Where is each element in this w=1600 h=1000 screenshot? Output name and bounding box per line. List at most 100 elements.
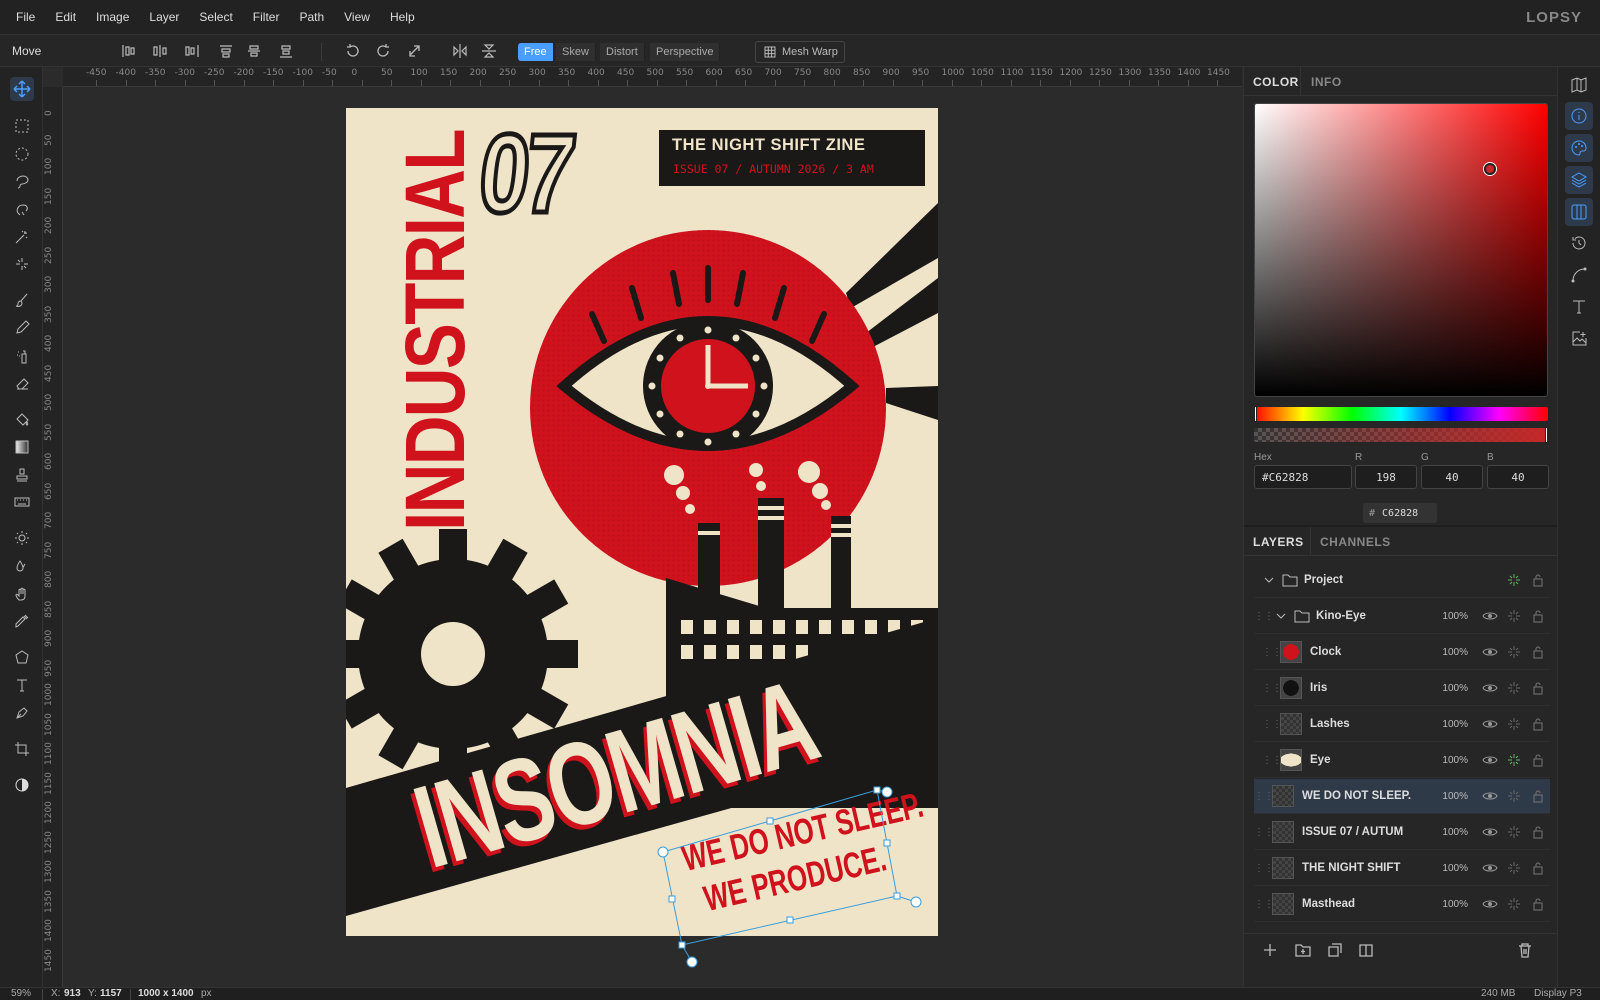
ellipse-select-tool[interactable] — [10, 142, 34, 166]
layer-opacity[interactable]: 100% — [1428, 755, 1468, 766]
fill-tool[interactable] — [10, 407, 34, 431]
mask-toggle[interactable] — [10, 773, 34, 797]
mesh-warp-button[interactable]: Mesh Warp — [755, 41, 845, 63]
layer-row[interactable]: ⋮⋮ Lashes 100% — [1254, 707, 1550, 742]
layers-panel-toggle[interactable] — [1565, 166, 1593, 194]
tab-layers[interactable]: LAYERS — [1253, 535, 1304, 549]
color-panel-toggle[interactable] — [1565, 134, 1593, 162]
gradient-tool[interactable] — [10, 435, 34, 459]
chevron-down-icon[interactable] — [1262, 573, 1276, 587]
align-icons[interactable] — [120, 43, 300, 59]
alpha-slider[interactable] — [1254, 427, 1548, 443]
zoom-level[interactable]: 59% — [11, 988, 31, 999]
info-panel-toggle[interactable] — [1565, 102, 1593, 130]
lock-toggle[interactable] — [1526, 822, 1550, 842]
layer-row[interactable]: ⋮⋮ Masthead 100% — [1254, 887, 1550, 922]
layer-actions[interactable] — [1264, 941, 1544, 959]
menu-edit[interactable]: Edit — [45, 10, 86, 24]
drag-handle-icon[interactable]: ⋮⋮ — [1254, 791, 1274, 802]
menu-filter[interactable]: Filter — [243, 10, 290, 24]
hand-tool[interactable] — [10, 582, 34, 606]
layer-row[interactable]: ⋮⋮ THE NIGHT SHIFT 100% — [1254, 851, 1550, 886]
marquee-tool[interactable] — [10, 114, 34, 138]
type-icon[interactable] — [1570, 298, 1588, 316]
lock-toggle[interactable] — [1526, 858, 1550, 878]
drag-handle-icon[interactable]: ⋮⋮ — [1262, 647, 1282, 658]
hex-input[interactable]: #C62828 — [1254, 465, 1352, 489]
layer-opacity[interactable]: 100% — [1428, 899, 1468, 910]
effects-toggle[interactable] — [1502, 786, 1526, 806]
dodge-tool[interactable] — [10, 526, 34, 550]
layer-row[interactable]: ⋮⋮ ISSUE 07 / AUTUM 100% — [1254, 815, 1550, 850]
eyedropper-tool[interactable] — [10, 609, 34, 633]
effects-toggle[interactable] — [1502, 894, 1526, 914]
menu-select[interactable]: Select — [189, 10, 242, 24]
alpha-handle[interactable] — [1545, 427, 1548, 443]
layer-group-row[interactable]: Project — [1254, 563, 1550, 598]
drag-handle-icon[interactable]: ⋮⋮ — [1254, 827, 1274, 838]
effects-toggle[interactable] — [1502, 606, 1526, 626]
history-icon[interactable] — [1570, 234, 1588, 252]
lock-toggle[interactable] — [1526, 786, 1550, 806]
shape-tool[interactable] — [10, 645, 34, 669]
tab-color[interactable]: COLOR — [1253, 75, 1299, 89]
drag-handle-icon[interactable]: ⋮⋮ — [1254, 899, 1274, 910]
drag-handle-icon[interactable]: ⋮⋮ — [1254, 611, 1274, 622]
drag-handle-icon[interactable]: ⋮⋮ — [1254, 863, 1274, 874]
effects-toggle[interactable] — [1502, 822, 1526, 842]
lock-toggle[interactable] — [1526, 678, 1550, 698]
move-tool[interactable] — [10, 77, 34, 101]
map-icon[interactable] — [1570, 76, 1588, 94]
layer-opacity[interactable]: 100% — [1428, 683, 1468, 694]
lock-toggle[interactable] — [1526, 750, 1550, 770]
effects-toggle[interactable] — [1502, 714, 1526, 734]
menu-path[interactable]: Path — [289, 10, 334, 24]
r-input[interactable]: 198 — [1355, 465, 1417, 489]
chevron-down-icon[interactable] — [1274, 609, 1288, 623]
spray-tool[interactable] — [10, 344, 34, 368]
effects-toggle[interactable] — [1502, 750, 1526, 770]
visibility-toggle[interactable] — [1478, 606, 1502, 626]
layer-row[interactable]: ⋮⋮ WE DO NOT SLEEP. 100% — [1254, 779, 1550, 814]
layer-opacity[interactable]: 100% — [1428, 647, 1468, 658]
layer-row[interactable]: ⋮⋮ Iris 100% — [1254, 671, 1550, 706]
lock-toggle[interactable] — [1526, 606, 1550, 626]
hue-handle[interactable] — [1254, 406, 1257, 422]
tab-channels[interactable]: CHANNELS — [1320, 535, 1391, 549]
tab-info[interactable]: INFO — [1311, 75, 1342, 89]
layer-opacity[interactable]: 100% — [1428, 863, 1468, 874]
b-input[interactable]: 40 — [1487, 465, 1549, 489]
mode-free[interactable]: Free — [518, 43, 554, 61]
visibility-toggle[interactable] — [1478, 822, 1502, 842]
layer-opacity[interactable]: 100% — [1428, 791, 1468, 802]
hue-slider[interactable] — [1254, 406, 1548, 422]
drag-handle-icon[interactable]: ⋮⋮ — [1262, 719, 1282, 730]
effects-toggle[interactable] — [1502, 678, 1526, 698]
stamp-tool[interactable] — [10, 463, 34, 487]
effects-toggle[interactable] — [1502, 570, 1526, 590]
visibility-toggle[interactable] — [1478, 858, 1502, 878]
pen-tool[interactable] — [10, 701, 34, 725]
layer-group-row[interactable]: ⋮⋮ Kino-Eye 100% — [1254, 599, 1550, 634]
layer-opacity[interactable]: 100% — [1428, 611, 1468, 622]
eraser-tool[interactable] — [10, 371, 34, 395]
color-saturation-picker[interactable] — [1254, 103, 1548, 397]
transform-selection[interactable] — [650, 780, 930, 970]
effects-toggle[interactable] — [1502, 858, 1526, 878]
layer-row[interactable]: ⋮⋮ Clock 100% — [1254, 635, 1550, 670]
flip-icons[interactable] — [452, 43, 500, 59]
channels-panel-toggle[interactable] — [1565, 198, 1593, 226]
quick-select-tool[interactable] — [10, 252, 34, 276]
crop-tool[interactable] — [10, 737, 34, 761]
g-input[interactable]: 40 — [1421, 465, 1483, 489]
drag-handle-icon[interactable]: ⋮⋮ — [1262, 683, 1282, 694]
menu-file[interactable]: File — [6, 10, 45, 24]
menu-image[interactable]: Image — [86, 10, 139, 24]
visibility-toggle[interactable] — [1478, 714, 1502, 734]
visibility-toggle[interactable] — [1478, 642, 1502, 662]
mode-skew[interactable]: Skew — [556, 43, 596, 61]
visibility-toggle[interactable] — [1478, 750, 1502, 770]
lock-toggle[interactable] — [1526, 714, 1550, 734]
pencil-tool[interactable] — [10, 316, 34, 340]
layer-opacity[interactable]: 100% — [1428, 719, 1468, 730]
